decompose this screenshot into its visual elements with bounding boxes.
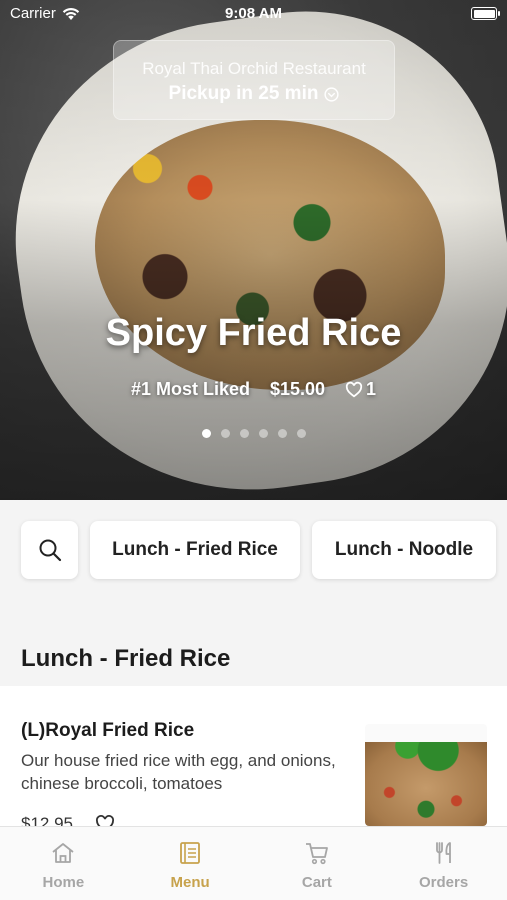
carousel-dot[interactable]: [296, 429, 306, 438]
restaurant-pickup-selector[interactable]: Royal Thai Orchid Restaurant Pickup in 2…: [113, 40, 395, 120]
heart-icon[interactable]: [95, 814, 115, 826]
carousel-dot[interactable]: [277, 429, 287, 438]
tab-cart[interactable]: Cart: [254, 827, 381, 900]
home-icon: [52, 843, 74, 863]
menu-item-photo: [365, 724, 487, 826]
search-button[interactable]: [21, 521, 78, 579]
tab-bar: Home Menu Cart Orders: [0, 826, 507, 900]
status-bar: Carrier 9:08 AM: [0, 0, 507, 28]
section-title: Lunch - Fried Rice: [21, 645, 231, 672]
category-chip[interactable]: Lunch - Fried Rice: [90, 521, 300, 579]
cart-icon: [305, 843, 328, 865]
menu-book-icon: [180, 842, 201, 864]
tab-label: Cart: [301, 874, 332, 891]
carousel-dot[interactable]: [220, 429, 230, 438]
menu-item-price: $12.95: [21, 814, 73, 826]
pickup-time: Pickup in 25 min: [168, 83, 319, 104]
carousel-dot[interactable]: [239, 429, 249, 438]
menu-item-name: (L)Royal Fried Rice: [21, 720, 195, 741]
menu-item-description: Our house fried rice with egg, and onion…: [21, 751, 336, 793]
chevron-down-circle-icon: [324, 86, 340, 102]
category-chip[interactable]: Lunch - Noodle: [312, 521, 496, 579]
featured-price: $15.00: [269, 379, 326, 399]
category-bar: Lunch - Fried Rice Lunch - Noodle: [0, 500, 507, 610]
tab-label: Menu: [170, 874, 210, 891]
fork-knife-icon: [435, 842, 451, 864]
featured-dish-title: Spicy Fried Rice: [105, 312, 402, 354]
menu-item-card[interactable]: (L)Royal Fried Rice Our house fried rice…: [0, 686, 507, 826]
tab-menu[interactable]: Menu: [127, 827, 254, 900]
carousel-dot[interactable]: [258, 429, 268, 438]
battery-icon: [471, 7, 500, 20]
restaurant-name: Royal Thai Orchid Restaurant: [142, 59, 366, 78]
carousel-page-indicator[interactable]: [0, 429, 507, 438]
tab-label: Orders: [419, 874, 469, 891]
clock: 9:08 AM: [225, 5, 282, 22]
featured-likes[interactable]: 1: [345, 379, 376, 400]
tab-label: Home: [42, 874, 85, 891]
featured-rank: #1 Most Liked: [130, 379, 250, 399]
tab-home[interactable]: Home: [0, 827, 127, 900]
search-icon: [39, 539, 61, 562]
heart-icon: [345, 381, 363, 397]
likes-count: 1: [366, 379, 377, 399]
tab-orders[interactable]: Orders: [380, 827, 507, 900]
hero-banner[interactable]: Carrier 9:08 AM Royal Thai Orchid Restau…: [0, 0, 507, 500]
featured-dish-meta: #1 Most Liked $15.00 1: [0, 379, 507, 400]
carousel-dot[interactable]: [201, 429, 211, 438]
